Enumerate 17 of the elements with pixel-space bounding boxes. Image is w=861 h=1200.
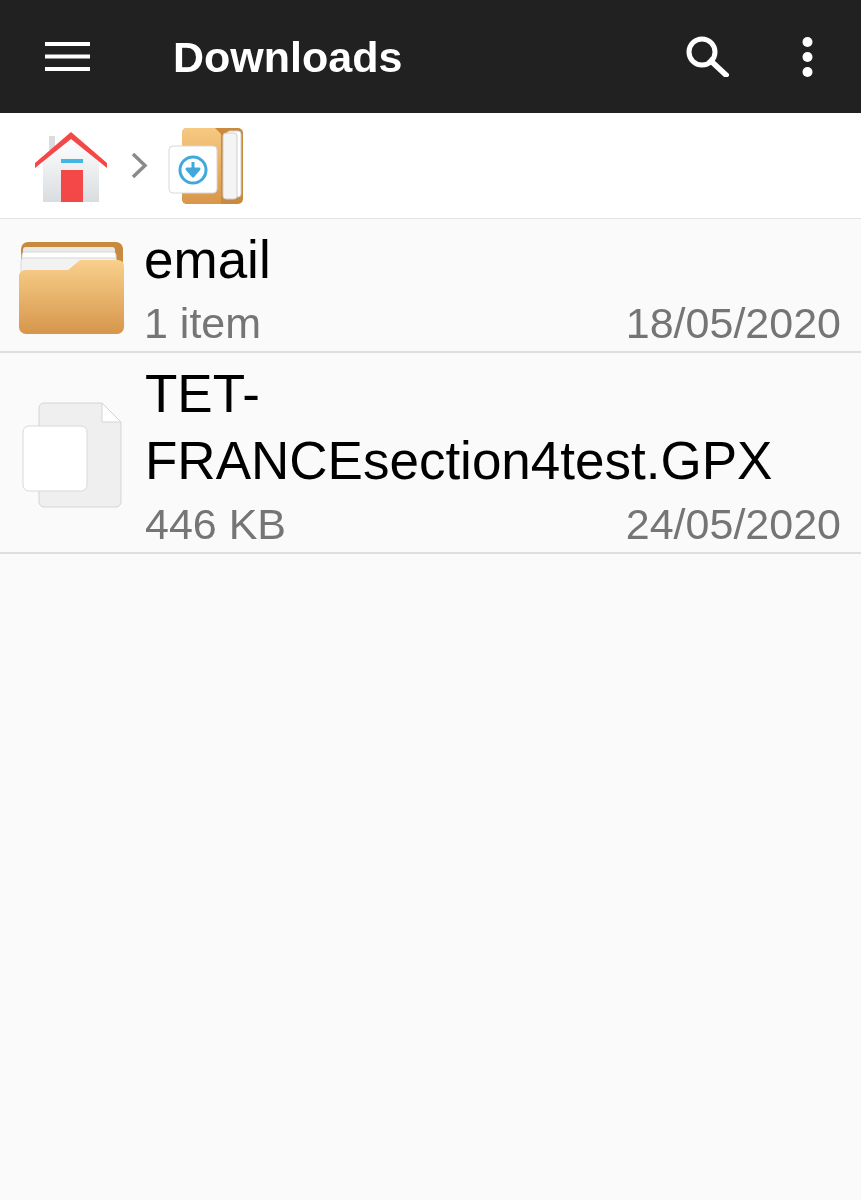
file-list-item[interactable]: email 1 item 18/05/2020 [0, 219, 861, 353]
file-name: email [144, 229, 272, 291]
chevron-icon [130, 152, 148, 179]
search-icon[interactable] [686, 36, 729, 77]
download-folder-icon[interactable] [167, 127, 243, 204]
file-name: TET-FRANCEsection4test.GPX [145, 363, 774, 492]
home-icon[interactable] [35, 129, 107, 202]
more-options-icon[interactable] [800, 36, 815, 77]
file-icon [22, 402, 122, 508]
file-date: 24/05/2020 [625, 499, 841, 550]
file-date: 18/05/2020 [625, 298, 841, 349]
file-detail: 446 KB [145, 499, 287, 550]
app-bar-title: Downloads [173, 31, 404, 82]
menu-icon[interactable] [45, 42, 90, 71]
file-list-item[interactable]: TET-FRANCEsection4test.GPX 446 KB 24/05/2020 [0, 353, 861, 554]
file-detail: 1 item [144, 298, 262, 349]
folder-icon [19, 241, 124, 334]
